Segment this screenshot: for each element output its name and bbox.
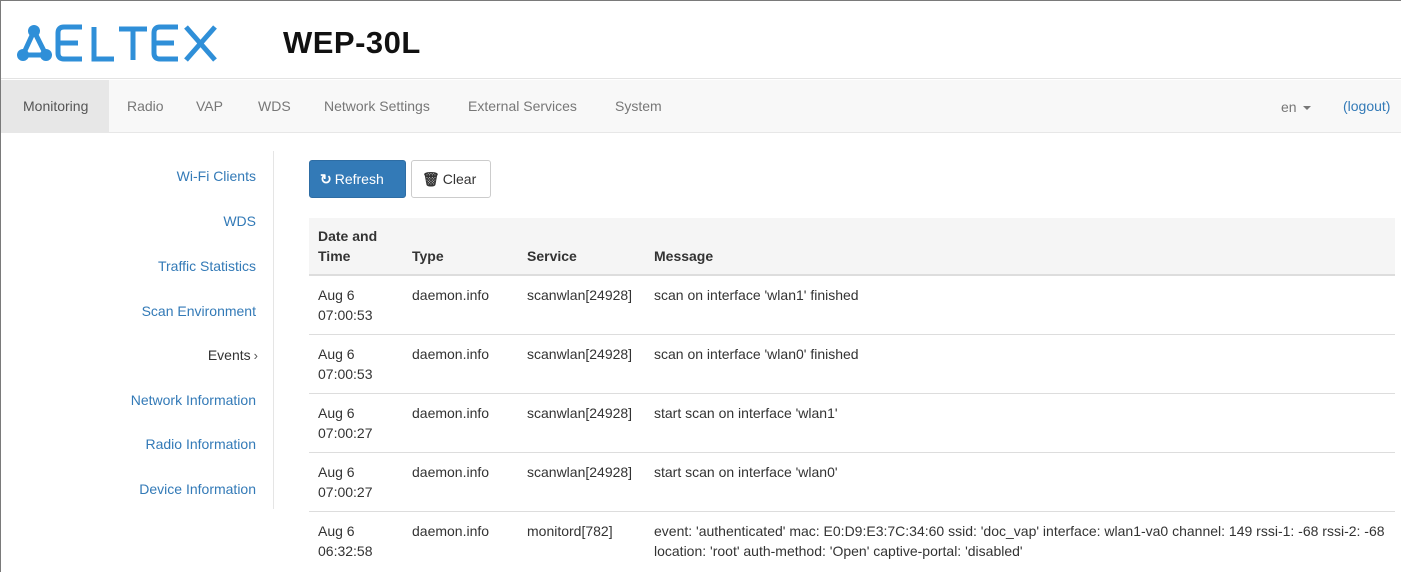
table-row: Aug 6 07:00:27 daemon.info scanwlan[2492… xyxy=(309,393,1395,453)
nav-network-settings[interactable]: Network Settings xyxy=(324,80,430,132)
chevron-right-icon: › xyxy=(253,348,258,363)
sidebar-item-wifi-clients[interactable]: Wi-Fi Clients xyxy=(177,168,256,184)
cell-service: scanwlan[24928] xyxy=(518,452,645,512)
device-title: WEP-30L xyxy=(283,25,421,60)
cell-time: 07:00:27 xyxy=(318,484,373,500)
header-date-time-line2: Time xyxy=(318,248,351,264)
language-dropdown[interactable]: en xyxy=(1281,80,1311,132)
table-row: Aug 6 06:32:58 daemon.info monitord[782]… xyxy=(309,511,1395,570)
cell-date-time: Aug 6 06:32:58 xyxy=(309,511,403,570)
header-date-time-line1: Date and xyxy=(318,228,378,244)
clear-button[interactable]: 🗑︎ Clear xyxy=(411,160,491,198)
cell-service: monitord[782] xyxy=(518,511,645,570)
cell-message: start scan on interface 'wlan0' xyxy=(645,452,1395,512)
main-navbar: Monitoring Radio VAP WDS Network Setting… xyxy=(1,80,1401,133)
sidebar-item-scan-environment[interactable]: Scan Environment xyxy=(142,303,256,319)
events-table: Date and Time Type Service Message Aug 6… xyxy=(309,218,1395,570)
cell-date-time: Aug 6 07:00:53 xyxy=(309,334,403,394)
app-window: WEP-30L Monitoring Radio VAP WDS Network… xyxy=(0,0,1401,572)
sidebar-item-device-information[interactable]: Device Information xyxy=(139,481,256,497)
clear-label: Clear xyxy=(442,171,477,187)
nav-external-services[interactable]: External Services xyxy=(468,80,577,132)
table-header-row: Date and Time Type Service Message xyxy=(309,218,1395,276)
cell-type: daemon.info xyxy=(403,452,518,512)
sidebar-item-wds[interactable]: WDS xyxy=(223,213,256,229)
caret-down-icon xyxy=(1302,106,1311,111)
table-row: Aug 6 07:00:53 daemon.info scanwlan[2492… xyxy=(309,275,1395,335)
sidebar-item-traffic-statistics[interactable]: Traffic Statistics xyxy=(158,258,256,274)
header-type: Type xyxy=(403,218,518,276)
logout-link[interactable]: (logout) xyxy=(1343,80,1390,132)
nav-monitoring[interactable]: Monitoring xyxy=(1,80,109,132)
cell-time: 07:00:27 xyxy=(318,425,373,441)
page-header: WEP-30L xyxy=(1,1,1401,79)
cell-message: scan on interface 'wlan0' finished xyxy=(645,334,1395,394)
cell-service: scanwlan[24928] xyxy=(518,393,645,453)
nav-wds[interactable]: WDS xyxy=(258,80,291,132)
cell-type: daemon.info xyxy=(403,511,518,570)
cell-service: scanwlan[24928] xyxy=(527,287,633,303)
table-row: Aug 6 07:00:53 daemon.info scanwlan[2492… xyxy=(309,334,1395,394)
nav-vap[interactable]: VAP xyxy=(196,80,223,132)
cell-type: daemon.info xyxy=(412,287,490,303)
cell-message: event: 'authenticated' mac: E0:D9:E3:7C:… xyxy=(645,511,1395,570)
table-row: Aug 6 07:00:27 daemon.info scanwlan[2492… xyxy=(309,452,1395,512)
cell-date: Aug 6 xyxy=(318,346,355,362)
cell-type: daemon.info xyxy=(403,334,518,394)
refresh-icon: ↻ xyxy=(320,171,332,187)
cell-date: Aug 6 xyxy=(318,464,355,480)
eltex-logo xyxy=(16,23,226,65)
sidebar-item-label: Events xyxy=(207,347,251,363)
nav-radio[interactable]: Radio xyxy=(127,80,164,132)
cell-date-time: Aug 6 07:00:53 xyxy=(309,275,403,335)
monitoring-sidebar: Wi-Fi Clients WDS Traffic Statistics Sca… xyxy=(91,151,274,509)
nav-system[interactable]: System xyxy=(615,80,662,132)
refresh-label: Refresh xyxy=(334,171,384,187)
header-service: Service xyxy=(518,218,645,276)
header-message: Message xyxy=(645,218,1395,276)
sidebar-item-radio-information[interactable]: Radio Information xyxy=(145,436,256,452)
cell-message: start scan on interface 'wlan1' xyxy=(645,393,1395,453)
cell-date-time: Aug 6 07:00:27 xyxy=(309,393,403,453)
cell-type: daemon.info xyxy=(403,393,518,453)
cell-date-time: Aug 6 07:00:27 xyxy=(309,452,403,512)
trash-icon: 🗑︎ xyxy=(422,171,440,187)
cell-message: scan on interface 'wlan1' finished xyxy=(654,287,859,303)
cell-time: 07:00:53 xyxy=(318,366,373,382)
refresh-button[interactable]: ↻ Refresh xyxy=(309,160,406,198)
header-date-time: Date and Time xyxy=(309,218,403,276)
cell-date: Aug 6 xyxy=(318,523,355,539)
sidebar-item-events[interactable]: Events › xyxy=(208,347,258,363)
language-label: en xyxy=(1281,99,1297,115)
cell-time: 07:00:53 xyxy=(318,307,373,323)
cell-time: 06:32:58 xyxy=(318,543,373,559)
sidebar-item-network-information[interactable]: Network Information xyxy=(131,392,256,408)
cell-service: scanwlan[24928] xyxy=(518,334,645,394)
cell-date: Aug 6 xyxy=(318,287,355,303)
cell-date: Aug 6 xyxy=(318,405,355,421)
